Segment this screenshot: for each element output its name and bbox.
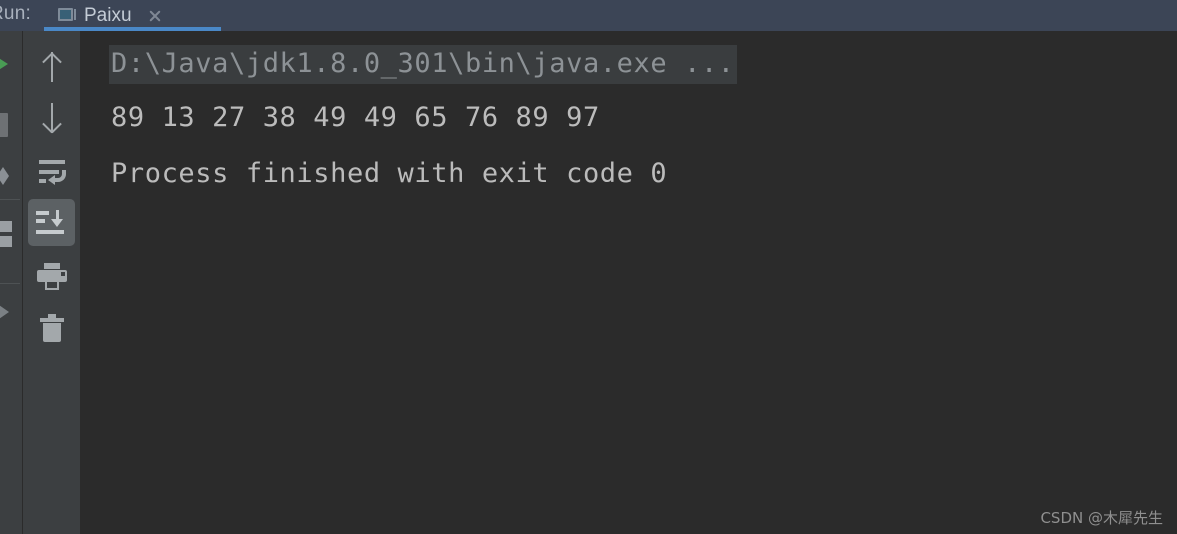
rerun-icon[interactable]: [0, 167, 13, 185]
run-tool-window-header: Run: Paixu: [0, 0, 1177, 31]
console-toolbar: [23, 31, 81, 534]
trash-icon: [39, 313, 64, 342]
arrow-down-icon: [41, 101, 62, 135]
scroll-to-end-button[interactable]: [28, 199, 75, 246]
console-output-area[interactable]: D:\Java\jdk1.8.0_301\bin\java.exe ... 89…: [81, 31, 1177, 534]
console-exit-message: Process finished with exit code 0: [111, 158, 668, 189]
arrow-up-icon: [41, 50, 62, 84]
watermark: CSDN @木犀先生: [1040, 509, 1163, 527]
gutter-divider: [0, 283, 20, 284]
print-icon: [36, 263, 67, 290]
console-output-numbers: 89 13 27 38 49 49 65 76 89 97: [111, 102, 600, 133]
play-icon[interactable]: [0, 57, 8, 71]
clear-all-button[interactable]: [28, 304, 75, 351]
soft-wrap-icon: [37, 159, 67, 185]
scroll-to-end-icon: [35, 209, 68, 236]
soft-wrap-button[interactable]: [28, 148, 75, 195]
resume-arrow-icon[interactable]: [0, 303, 9, 321]
layout-icon[interactable]: [0, 221, 12, 247]
run-tool-window-title: Run:: [0, 3, 31, 24]
gutter-divider: [0, 199, 20, 200]
close-icon[interactable]: [147, 8, 162, 23]
run-controls-gutter: [0, 31, 23, 534]
up-the-stack-trace-button[interactable]: [28, 43, 75, 90]
intellij-run-console-window: Run: Paixu: [0, 0, 1177, 534]
tab-label: Paixu: [84, 4, 132, 26]
console-command-line: D:\Java\jdk1.8.0_301\bin\java.exe ...: [109, 45, 737, 84]
stop-square-icon[interactable]: [0, 113, 8, 137]
print-button[interactable]: [28, 253, 75, 300]
down-the-stack-trace-button[interactable]: [28, 94, 75, 141]
console-monitor-icon: [58, 8, 76, 23]
